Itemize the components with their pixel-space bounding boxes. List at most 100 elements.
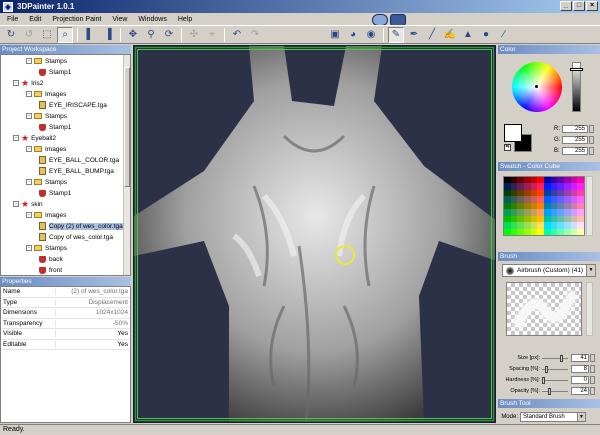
color-cell[interactable] — [550, 228, 558, 235]
tree-item[interactable]: - ★ Iris2 — [13, 78, 43, 88]
tree-item[interactable]: - Images — [26, 89, 66, 99]
material-icon[interactable]: ◉ — [363, 27, 379, 43]
color-wheel-marker[interactable] — [535, 85, 538, 88]
b-spinner[interactable] — [589, 146, 594, 155]
tree-item[interactable]: Stamp1 — [39, 122, 71, 132]
slider-track[interactable] — [542, 387, 568, 395]
undo-icon[interactable]: ↶ — [229, 27, 245, 43]
expand-toggle-icon[interactable]: - — [26, 245, 32, 251]
menu-projection-paint[interactable]: Projection Paint — [51, 16, 102, 23]
expand-toggle-icon[interactable]: - — [13, 135, 19, 141]
color-cell[interactable] — [523, 228, 531, 235]
3d-viewport[interactable] — [133, 45, 496, 423]
color-cell[interactable] — [543, 228, 551, 235]
color-cell[interactable] — [517, 228, 524, 235]
tree-item[interactable]: Stamp1 — [39, 188, 71, 198]
expand-toggle-icon[interactable]: - — [13, 80, 19, 86]
slider-spinner[interactable] — [590, 365, 595, 373]
swap-colors-icon[interactable]: ⇆ — [504, 144, 511, 151]
color-cell[interactable] — [563, 228, 571, 235]
tree-item[interactable]: - Stamps — [26, 111, 67, 121]
slider-knob[interactable] — [547, 387, 551, 395]
pin-icon[interactable]: ⌖ — [204, 27, 220, 43]
color-cell[interactable] — [537, 228, 544, 235]
tree-item[interactable]: - Images — [26, 210, 66, 220]
property-row[interactable]: Visible Yes — [1, 329, 130, 340]
g-spinner[interactable] — [589, 135, 594, 144]
color-cell[interactable] — [504, 228, 511, 235]
slider-value[interactable]: 8 — [571, 365, 589, 373]
tree-item[interactable]: EYE_BALL_BUMP.tga — [39, 166, 114, 176]
expand-toggle-icon[interactable]: - — [26, 179, 32, 185]
drop-icon[interactable]: ● — [478, 27, 494, 43]
slider-spinner[interactable] — [590, 354, 595, 362]
tree-item[interactable]: - Stamps — [26, 243, 67, 253]
expand-toggle-icon[interactable]: - — [13, 201, 19, 207]
menu-edit[interactable]: Edit — [28, 16, 42, 23]
swatch-scrollbar[interactable] — [586, 176, 593, 236]
menu-windows[interactable]: Windows — [137, 16, 167, 23]
property-row[interactable]: Editable Yes — [1, 340, 130, 350]
r-spinner[interactable] — [589, 124, 594, 133]
slider-track[interactable] — [542, 376, 568, 384]
tree-item[interactable]: EYE_BALL_COLOR.tga — [39, 155, 119, 165]
brush-tool-icon[interactable]: ✎ — [388, 26, 404, 43]
expand-toggle-icon[interactable]: - — [26, 212, 32, 218]
foreground-color-swatch[interactable] — [504, 124, 522, 142]
pen-icon[interactable]: ✒ — [406, 27, 422, 43]
panel-left-icon[interactable]: ▌ — [82, 27, 98, 43]
transform-icon[interactable]: ✣ — [186, 27, 202, 43]
color-cube-grid[interactable] — [503, 176, 585, 236]
menu-view[interactable]: View — [111, 16, 128, 23]
chevron-down-icon[interactable]: ▼ — [586, 265, 595, 276]
color-cell[interactable] — [570, 228, 578, 235]
close-button[interactable]: × — [586, 1, 598, 11]
slider-track[interactable] — [542, 354, 568, 362]
smudge-icon[interactable]: ✍ — [442, 27, 458, 43]
tree-item[interactable]: - Stamps — [26, 56, 67, 66]
expand-toggle-icon[interactable]: - — [26, 91, 32, 97]
slider-knob[interactable] — [542, 376, 545, 384]
panel-right-icon[interactable]: ▐ — [100, 27, 116, 43]
zoom-icon[interactable]: ⚲ — [143, 27, 159, 43]
slider-value[interactable]: 41 — [571, 354, 589, 362]
rotate-icon[interactable]: ↻ — [3, 27, 19, 43]
maximize-button[interactable]: □ — [573, 1, 585, 11]
select-icon[interactable]: ⬚ — [39, 27, 55, 43]
redo-icon[interactable]: ↷ — [247, 27, 263, 43]
g-field[interactable]: 255 — [562, 135, 588, 144]
menu-file[interactable]: File — [6, 16, 19, 23]
minimize-button[interactable]: _ — [560, 1, 572, 11]
slider-track[interactable] — [542, 365, 568, 373]
move-icon[interactable]: ✥ — [125, 27, 141, 43]
color-cell[interactable] — [510, 228, 518, 235]
slider-value[interactable]: 24 — [571, 387, 589, 395]
tree-item[interactable]: Copy (2) of wes_color.tga — [39, 221, 123, 231]
tree-item[interactable]: back — [39, 254, 63, 264]
lightness-knob[interactable] — [570, 68, 583, 71]
color-cell[interactable] — [557, 228, 564, 235]
tree-item[interactable]: - Stamps — [26, 177, 67, 187]
layers-icon[interactable]: ▣ — [327, 27, 343, 43]
tree-item[interactable]: Copy of wes_color.tga — [39, 232, 113, 242]
tree-item[interactable]: Stamp1 — [39, 67, 71, 77]
tree-item[interactable]: EYE_IRISCAPE.tga — [39, 100, 107, 110]
fill-icon[interactable]: ▲ — [460, 27, 476, 43]
slider-spinner[interactable] — [590, 387, 595, 395]
property-row[interactable]: Type Displacement — [1, 298, 130, 308]
brush-preview-scrollbar[interactable] — [586, 282, 593, 336]
tree-item[interactable]: - ★ skin — [13, 199, 43, 209]
sphere-icon[interactable]: ◕ — [345, 27, 361, 43]
slider-knob[interactable] — [544, 365, 548, 373]
line-icon[interactable]: ╱ — [424, 27, 440, 43]
slider-spinner[interactable] — [590, 376, 595, 384]
slider-value[interactable]: 0 — [571, 376, 589, 384]
menu-help[interactable]: Help — [177, 16, 193, 23]
tree-scrollbar[interactable] — [123, 55, 130, 275]
expand-toggle-icon[interactable]: - — [26, 58, 32, 64]
color-cell[interactable] — [577, 228, 584, 235]
expand-toggle-icon[interactable]: - — [26, 146, 32, 152]
b-field[interactable]: 255 — [562, 146, 588, 155]
eyedropper-icon[interactable]: ⁄ — [496, 27, 512, 43]
brush-select[interactable]: Airbrush (Custom) (41) ▼ — [502, 264, 596, 277]
